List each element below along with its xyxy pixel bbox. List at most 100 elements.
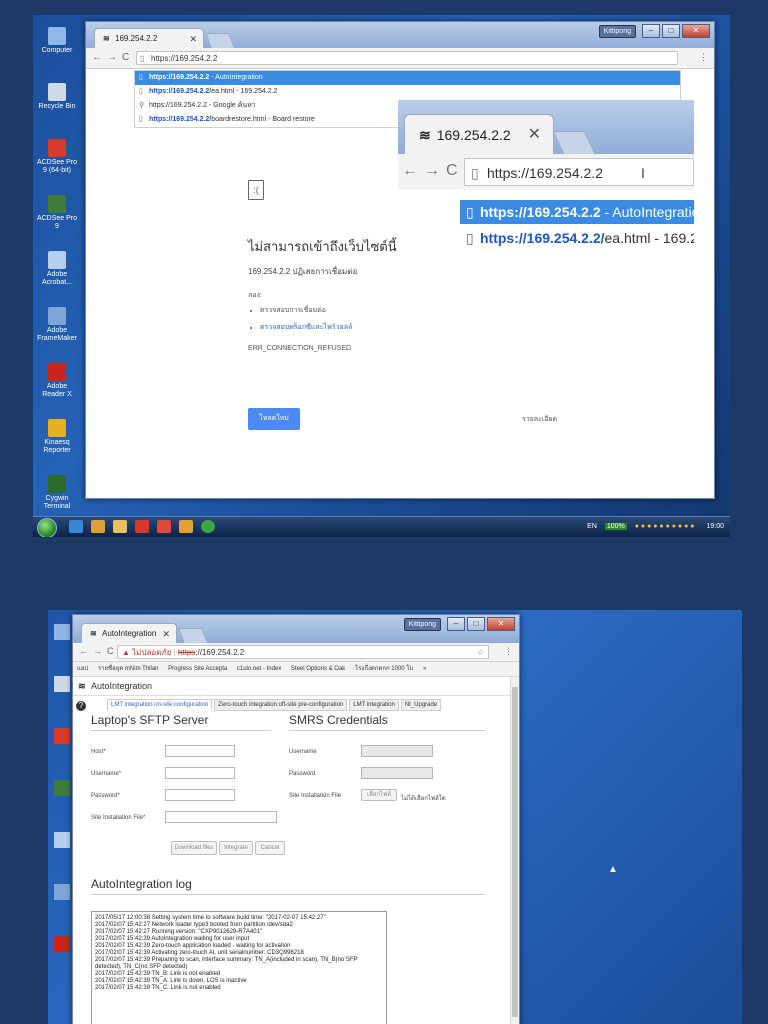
- acdsee-icon: [54, 780, 70, 796]
- clock[interactable]: 19:00: [706, 523, 724, 530]
- chrome-icon[interactable]: [201, 520, 215, 533]
- zoomed-title-bar: ≋ 169.254.2.2 ✕: [398, 100, 694, 154]
- close-window-button[interactable]: ✕: [487, 617, 515, 631]
- details-button[interactable]: รายละเอียด: [522, 414, 557, 425]
- tab-ni-upgrade[interactable]: NI_Upgrade: [400, 699, 442, 711]
- start-button[interactable]: [37, 518, 57, 537]
- integrate-button[interactable]: Integrate: [219, 841, 253, 855]
- language-indicator[interactable]: EN: [587, 523, 597, 530]
- reload-icon[interactable]: C: [446, 162, 464, 179]
- forward-icon[interactable]: →: [93, 646, 107, 656]
- desktop-icon-column: Computer Recycle Bin ACDSee Pro 9 (64-bi…: [33, 25, 83, 529]
- scrollbar-thumb[interactable]: [512, 687, 518, 1017]
- back-icon[interactable]: ←: [79, 646, 93, 656]
- ie-icon[interactable]: [69, 520, 83, 533]
- menu-icon[interactable]: ⋮: [504, 646, 513, 657]
- suggestion-item[interactable]: ▯ https://169.254.2.2 - AutoIntegration: [135, 71, 680, 85]
- try-label: ลอง:: [248, 292, 262, 299]
- desktop-icon[interactable]: Adobe FrameMaker: [35, 305, 79, 355]
- media-icon[interactable]: [91, 520, 105, 533]
- log-box[interactable]: 2017/05/17 12:00:38 Setting system time …: [91, 911, 387, 1024]
- zoomed-address-bar[interactable]: ▯ https://169.254.2.2 I: [464, 158, 694, 186]
- menu-icon[interactable]: ⋮: [699, 52, 708, 63]
- page-icon: ▯: [139, 116, 143, 123]
- star-icon[interactable]: ☆: [477, 646, 484, 660]
- download-files-button[interactable]: Download files: [171, 841, 217, 855]
- new-tab-button[interactable]: [552, 131, 596, 154]
- desktop-icon[interactable]: ACDSee Pro 9: [35, 193, 79, 243]
- back-icon[interactable]: ←: [402, 162, 424, 179]
- bookmark-item[interactable]: c1ulo.net - Index: [237, 666, 281, 672]
- address-bar[interactable]: ▯ https://169.254.2.2: [136, 51, 678, 65]
- url-scheme: https: [177, 648, 196, 657]
- browser-tab[interactable]: ≋ 169.254.2.2 ✕: [94, 28, 204, 48]
- app-icon[interactable]: [179, 520, 193, 533]
- app-icon[interactable]: [135, 520, 149, 533]
- battery-indicator[interactable]: 100%: [604, 523, 627, 530]
- reload-button[interactable]: โหลดใหม่: [248, 408, 300, 430]
- minimize-button[interactable]: –: [642, 24, 660, 38]
- new-tab-button[interactable]: [205, 33, 235, 48]
- desktop-icon[interactable]: Recycle Bin: [35, 81, 79, 131]
- bookmarks-overflow[interactable]: »: [423, 666, 426, 672]
- maximize-button[interactable]: □: [662, 24, 680, 38]
- tab-lmt-integration[interactable]: LMT integration: [349, 699, 399, 711]
- close-tab-icon[interactable]: ✕: [162, 624, 170, 644]
- zoomed-suggestion-item[interactable]: ▯https://169.254.2.2/ea.html - 169.254.2…: [460, 226, 694, 250]
- screenshot-top: Computer Recycle Bin ACDSee Pro 9 (64-bi…: [33, 15, 730, 537]
- sftp-username-input[interactable]: [165, 767, 235, 779]
- bookmark-item[interactable]: Progress Site Accepta: [168, 666, 227, 672]
- app-icon[interactable]: [157, 520, 171, 533]
- desktop-icon[interactable]: Adobe Acrobat...: [35, 249, 79, 299]
- sftp-site-file-input[interactable]: [165, 811, 277, 823]
- back-icon[interactable]: ←: [92, 52, 107, 63]
- forward-icon[interactable]: →: [107, 52, 122, 63]
- tab-lmt-onsite[interactable]: LMT integration on-site configuration: [107, 699, 213, 711]
- browser-tab[interactable]: ≋ AutoIntegration ✕: [81, 623, 177, 643]
- security-label: ไม่ปลอดภัย: [132, 648, 172, 657]
- suggestion-item[interactable]: ▯ https://169.254.2.2/ea.html - 169.254.2…: [135, 85, 680, 99]
- help-icon[interactable]: ?: [76, 701, 86, 711]
- browser-window: ≋ AutoIntegration ✕ Kittipong – □ ✕ ←→C ▲ …: [72, 614, 520, 1024]
- sftp-password-input[interactable]: [165, 789, 235, 801]
- desktop-icon[interactable]: Adobe Reader X: [35, 361, 79, 411]
- forward-icon[interactable]: →: [424, 162, 446, 179]
- choose-file-button: เลือกไฟล์: [361, 789, 397, 801]
- computer-icon: [48, 27, 66, 45]
- screenshot-bottom: ▲ ≋ AutoIntegration ✕ Kittipong – □ ✕ ←→C …: [48, 610, 742, 1024]
- desktop-icon[interactable]: Computer: [35, 25, 79, 75]
- new-tab-button[interactable]: [178, 628, 208, 643]
- address-bar[interactable]: ▲ ไม่ปลอดภัย | https://169.254.2.2 ☆: [117, 645, 489, 659]
- sftp-site-file-label: Site Installation File*: [91, 815, 146, 821]
- host-input[interactable]: [165, 745, 235, 757]
- close-window-button[interactable]: ✕: [682, 24, 710, 38]
- cancel-button[interactable]: Cancel: [255, 841, 285, 855]
- page-icon: ▯: [140, 54, 145, 63]
- tab-zero-touch[interactable]: Zero-touch integration off-site pre-conf…: [214, 699, 348, 711]
- zoomed-tab[interactable]: ≋ 169.254.2.2 ✕: [404, 114, 554, 154]
- reload-icon[interactable]: C: [122, 52, 134, 63]
- profile-button[interactable]: Kittipong: [598, 24, 636, 38]
- maximize-button[interactable]: □: [467, 617, 485, 631]
- check-proxy-link[interactable]: ตรวจสอบพร็อกซีและไฟร์วอลล์: [260, 322, 548, 333]
- log-line: 2017/02/07 15:42:39 Zero-touch applicati…: [95, 943, 291, 949]
- page-scrollbar[interactable]: [510, 677, 519, 1024]
- zoomed-suggestion-item[interactable]: ▯https://169.254.2.2 - AutoIntegration: [460, 200, 694, 224]
- suggestion-list: ตรวจสอบการเชื่อมต่อ ตรวจสอบพร็อกซีและไฟร…: [260, 305, 548, 333]
- sftp-password-label: Password*: [91, 793, 120, 799]
- app-header: ≋ AutoIntegration: [73, 677, 519, 696]
- acdsee-icon: [48, 195, 66, 213]
- bookmark-item[interactable]: โรงกึ่งตกตกก 1000 โบ: [355, 666, 413, 672]
- folder-icon[interactable]: [113, 520, 127, 533]
- desktop-icon[interactable]: Kinaesq Reporter: [35, 417, 79, 467]
- bookmark-apps[interactable]: แอป: [77, 666, 88, 672]
- close-tab-icon[interactable]: ✕: [189, 29, 197, 49]
- ericsson-logo-icon: ≋: [90, 629, 97, 638]
- desktop-icon[interactable]: ACDSee Pro 9 (64-bit): [35, 137, 79, 187]
- close-tab-icon[interactable]: ✕: [528, 115, 541, 155]
- minimize-button[interactable]: –: [447, 617, 465, 631]
- profile-button[interactable]: Kittipong: [403, 617, 441, 631]
- bookmark-item[interactable]: Steel Options & Oak: [291, 666, 345, 672]
- bookmark-item[interactable]: รายชื่อยุค mNim Thilan: [98, 666, 159, 672]
- log-section-title: AutoIntegration log: [91, 877, 485, 895]
